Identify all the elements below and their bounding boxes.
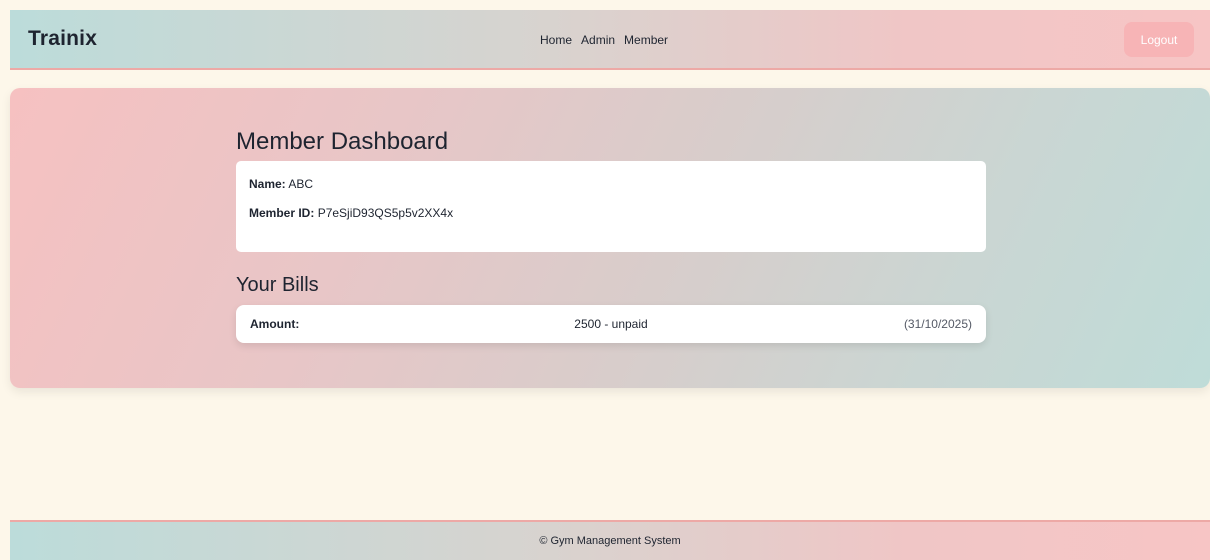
member-name-line: Name: ABC xyxy=(249,177,973,191)
bills-heading: Your Bills xyxy=(236,274,319,296)
brand-logo[interactable]: Trainix xyxy=(28,27,97,51)
logout-button[interactable]: Logout xyxy=(1124,22,1194,57)
member-info-card: Name: ABC Member ID: P7eSjiD93QS5p5v2XX4… xyxy=(236,161,986,252)
nav-links: Home Admin Member xyxy=(540,10,668,70)
navbar: Trainix Home Admin Member Logout xyxy=(10,10,1210,70)
member-id-label: Member ID: xyxy=(249,206,315,220)
member-id-line: Member ID: P7eSjiD93QS5p5v2XX4x xyxy=(249,206,973,220)
bill-row: Amount: 2500 - unpaid (31/10/2025) xyxy=(236,305,986,343)
dashboard-panel: Member Dashboard Name: ABC Member ID: P7… xyxy=(10,88,1210,388)
footer: © Gym Management System xyxy=(10,520,1210,560)
member-id-value: P7eSjiD93QS5p5v2XX4x xyxy=(317,206,454,220)
page-title: Member Dashboard xyxy=(236,128,449,155)
nav-member-link[interactable]: Member xyxy=(624,33,668,47)
footer-text: © Gym Management System xyxy=(539,535,681,547)
nav-home-link[interactable]: Home xyxy=(540,33,572,47)
nav-admin-link[interactable]: Admin xyxy=(581,33,615,47)
member-name-value: ABC xyxy=(288,177,314,191)
bill-date: (31/10/2025) xyxy=(903,317,972,331)
member-name-label: Name: xyxy=(249,177,286,191)
bill-amount-value: 2500 - unpaid xyxy=(574,317,648,331)
